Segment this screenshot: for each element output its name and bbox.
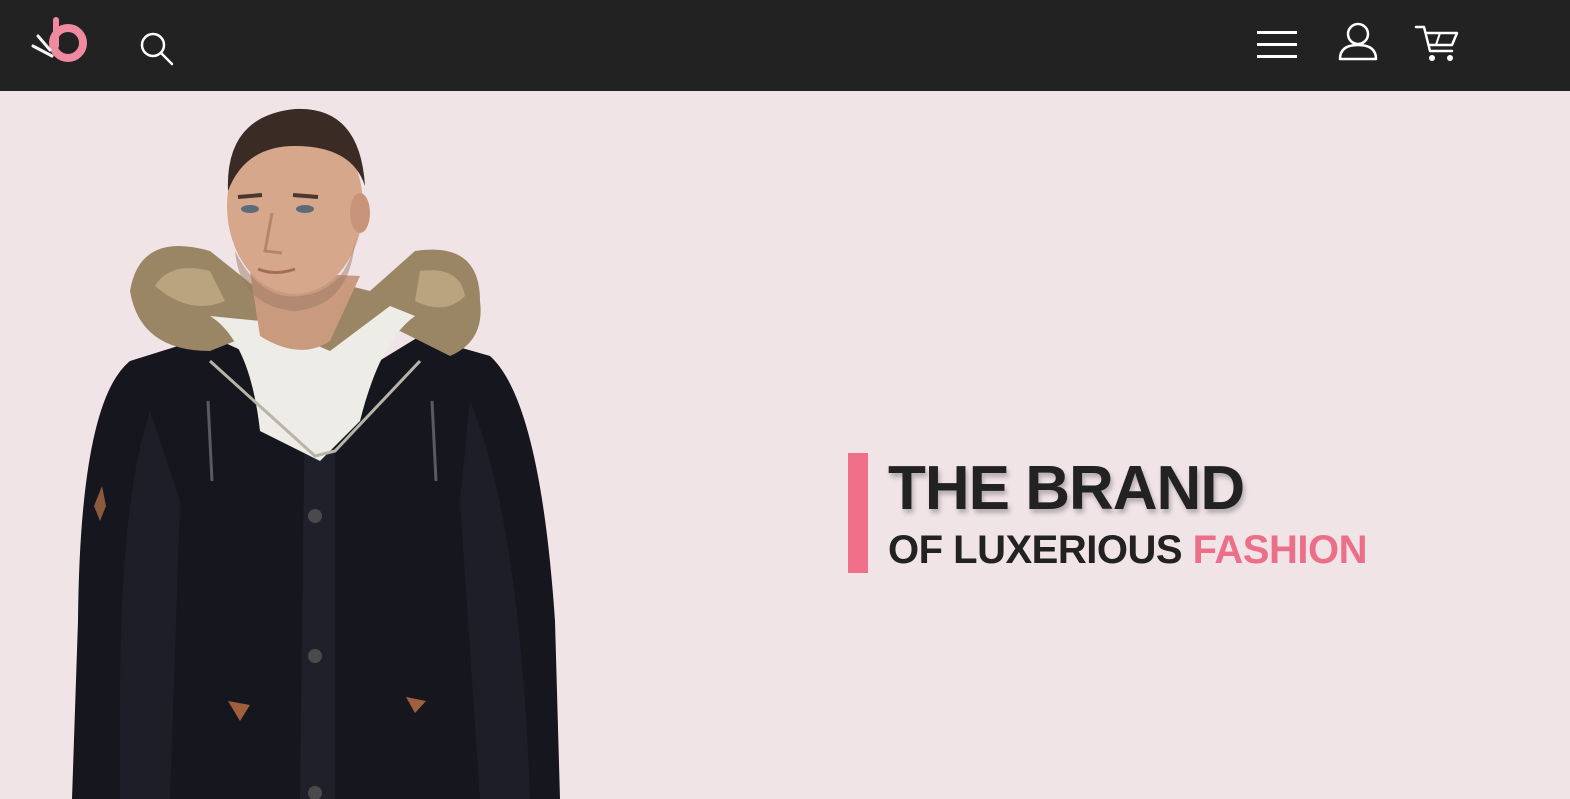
- headline-line-2: OF LUXERIOUS FASHION: [888, 527, 1367, 573]
- user-account-icon[interactable]: [1336, 20, 1380, 64]
- brand-logo-icon[interactable]: [30, 16, 92, 70]
- shopping-cart-icon[interactable]: [1412, 20, 1462, 66]
- headline-line-2-prefix: OF LUXERIOUS: [888, 528, 1183, 572]
- top-nav-bar: [0, 0, 1570, 91]
- headline-accent-bar: [848, 453, 868, 573]
- hero-banner: THE BRAND OF LUXERIOUS FASHION: [0, 91, 1570, 799]
- hamburger-menu-icon[interactable]: [1254, 25, 1300, 65]
- search-icon[interactable]: [136, 28, 176, 68]
- hero-model-image: [72, 108, 560, 799]
- headline-line-2-highlight: FASHION: [1192, 528, 1368, 572]
- headline-line-1: THE BRAND: [888, 454, 1245, 523]
